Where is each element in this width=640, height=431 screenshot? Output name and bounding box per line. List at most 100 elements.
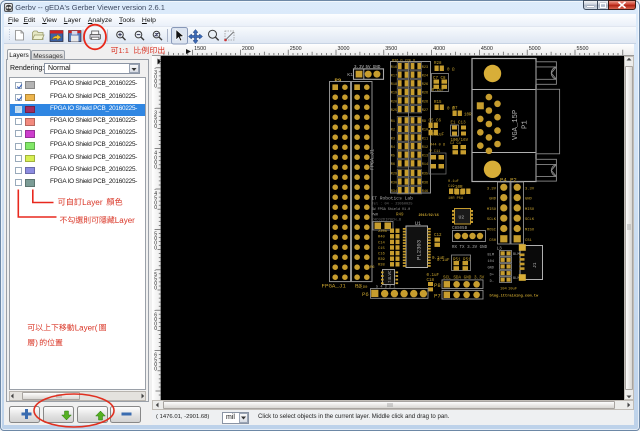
svg-text:104: 104	[488, 260, 494, 264]
svg-text:R1: R1	[391, 120, 395, 124]
svg-text:GND: GND	[525, 198, 533, 202]
svg-text:R35: R35	[422, 173, 428, 177]
svg-text:MISO: MISO	[525, 229, 535, 233]
svg-text:1:1: 1:1	[119, 46, 129, 55]
svg-text:RX TX 3.3V GND: RX TX 3.3V GND	[452, 246, 488, 250]
svg-text:P7: P7	[434, 293, 441, 300]
svg-text:3.3V: 3.3V	[525, 187, 535, 191]
svg-text:3.3V: 3.3V	[487, 187, 497, 191]
svg-text:R11: R11	[422, 137, 428, 141]
svg-text:0.1uF: 0.1uF	[432, 89, 445, 93]
svg-text:R24: R24	[422, 75, 428, 79]
svg-text:5000: 5000	[529, 46, 541, 52]
svg-text:P1: P1	[522, 120, 530, 129]
svg-text:Layer: Layer	[115, 216, 135, 225]
svg-text:GND: GND	[488, 267, 494, 271]
svg-text:5V: 5V	[366, 66, 372, 70]
svg-text:2015/02/16: 2015/02/16	[419, 213, 439, 218]
svg-text:R25: R25	[391, 109, 397, 113]
svg-text:VGA_15P: VGA_15P	[512, 110, 520, 140]
svg-text:5500: 5500	[577, 46, 589, 52]
svg-text:0.1uF: 0.1uF	[432, 134, 445, 138]
svg-text:V C11: V C11	[430, 150, 441, 154]
svg-text:FPGA_J1: FPGA_J1	[322, 283, 347, 290]
svg-text:0: 0	[154, 367, 157, 373]
svg-text:0.1uF: 0.1uF	[437, 259, 450, 263]
svg-text:C19: C19	[448, 185, 454, 189]
svg-text:3.3V: 3.3V	[354, 66, 365, 70]
svg-text:0.1uF: 0.1uF	[448, 180, 459, 184]
svg-text:4500: 4500	[481, 46, 493, 52]
svg-text:R17: R17	[391, 75, 397, 79]
svg-text:Layer(: Layer(	[75, 323, 98, 332]
svg-text:PL2303: PL2303	[416, 240, 423, 260]
svg-text:2000: 2000	[242, 46, 254, 52]
svg-text:R38: R38	[378, 264, 386, 268]
svg-text:CS1: CS1	[525, 239, 533, 243]
svg-text:D-: D-	[490, 280, 494, 284]
svg-text:C15: C15	[378, 247, 386, 251]
svg-text:GND: GND	[489, 198, 497, 202]
svg-text:R3: R3	[391, 137, 395, 141]
svg-text:2500: 2500	[290, 46, 302, 52]
svg-text:R7: R7	[453, 107, 459, 111]
svg-text:): )	[35, 338, 38, 347]
svg-text:MISO: MISO	[487, 208, 497, 212]
svg-text:220k: 220k	[378, 229, 388, 234]
svg-text:R13: R13	[422, 155, 428, 159]
svg-text:R36 Ω 220 Ω: R36 Ω 220 Ω	[392, 60, 415, 64]
svg-text:10R P5A: 10R P5A	[448, 197, 464, 201]
svg-text:R26: R26	[422, 83, 428, 87]
svg-text:C2 C4: C2 C4	[450, 142, 461, 146]
svg-text:R6: R6	[391, 163, 395, 167]
svg-text:Tel : 04 - 23050025: Tel : 04 - 23050025	[372, 202, 413, 207]
svg-text:10uF: 10uF	[508, 288, 518, 292]
svg-text:0: 0	[154, 124, 157, 130]
svg-text:K1: K1	[347, 72, 353, 78]
svg-text:BLM: BLM	[513, 253, 519, 257]
svg-text:R49: R49	[396, 213, 404, 217]
svg-text:4000: 4000	[433, 46, 445, 52]
svg-text:0.1uF: 0.1uF	[427, 274, 440, 278]
svg-text:R46: R46	[422, 190, 428, 194]
svg-text:R12: R12	[422, 146, 428, 150]
svg-text:MOSI: MOSI	[487, 229, 496, 233]
svg-text:0: 0	[154, 326, 157, 332]
svg-text:P6: P6	[362, 291, 369, 298]
svg-text:IO_D0: IO_D0	[356, 286, 368, 290]
svg-text:104: 104	[500, 288, 508, 292]
svg-text:C14: C14	[378, 241, 386, 245]
svg-text:10R: 10R	[464, 114, 472, 118]
svg-text:R27: R27	[422, 109, 428, 113]
svg-text:R5: R5	[391, 155, 395, 159]
svg-text:U2: U2	[459, 215, 465, 221]
svg-text:BLM: BLM	[488, 254, 494, 258]
svg-text:CS0: CS0	[489, 239, 497, 243]
svg-text:R23: R23	[422, 66, 428, 70]
svg-text:R19: R19	[391, 92, 397, 96]
svg-text:IT Robotics Lab: IT Robotics Lab	[372, 196, 414, 202]
svg-text:1500: 1500	[194, 46, 206, 52]
svg-text:R34: R34	[391, 190, 397, 194]
svg-text:R4: R4	[391, 146, 395, 150]
svg-text:C16: C16	[378, 253, 386, 257]
svg-text:P9: P9	[335, 77, 342, 84]
svg-text:PWR: PWR	[372, 213, 379, 217]
svg-text:R2: R2	[391, 129, 395, 133]
svg-text:GND: GND	[373, 66, 381, 70]
svg-text:5W FPGA Shield V1.0: 5W FPGA Shield V1.0	[372, 207, 411, 212]
svg-text:R36: R36	[422, 181, 428, 185]
svg-text:FPGA_J1: FPGA_J1	[370, 149, 376, 170]
svg-text:R18: R18	[391, 83, 397, 87]
svg-text:D+: D+	[490, 273, 494, 277]
svg-text:R16: R16	[391, 66, 397, 70]
svg-text:R30: R30	[391, 181, 397, 185]
svg-text:0: 0	[154, 84, 157, 90]
svg-text:R28: R28	[434, 62, 442, 66]
svg-text:R26: R26	[422, 92, 428, 96]
svg-text:R39: R39	[378, 258, 386, 262]
svg-text:R44 0 Ω: R44 0 Ω	[430, 144, 446, 148]
svg-text:P8: P8	[434, 282, 441, 289]
svg-text:R9: R9	[422, 120, 426, 124]
svg-text:5 4 3 2 1: 5 4 3 2 1	[376, 286, 395, 290]
